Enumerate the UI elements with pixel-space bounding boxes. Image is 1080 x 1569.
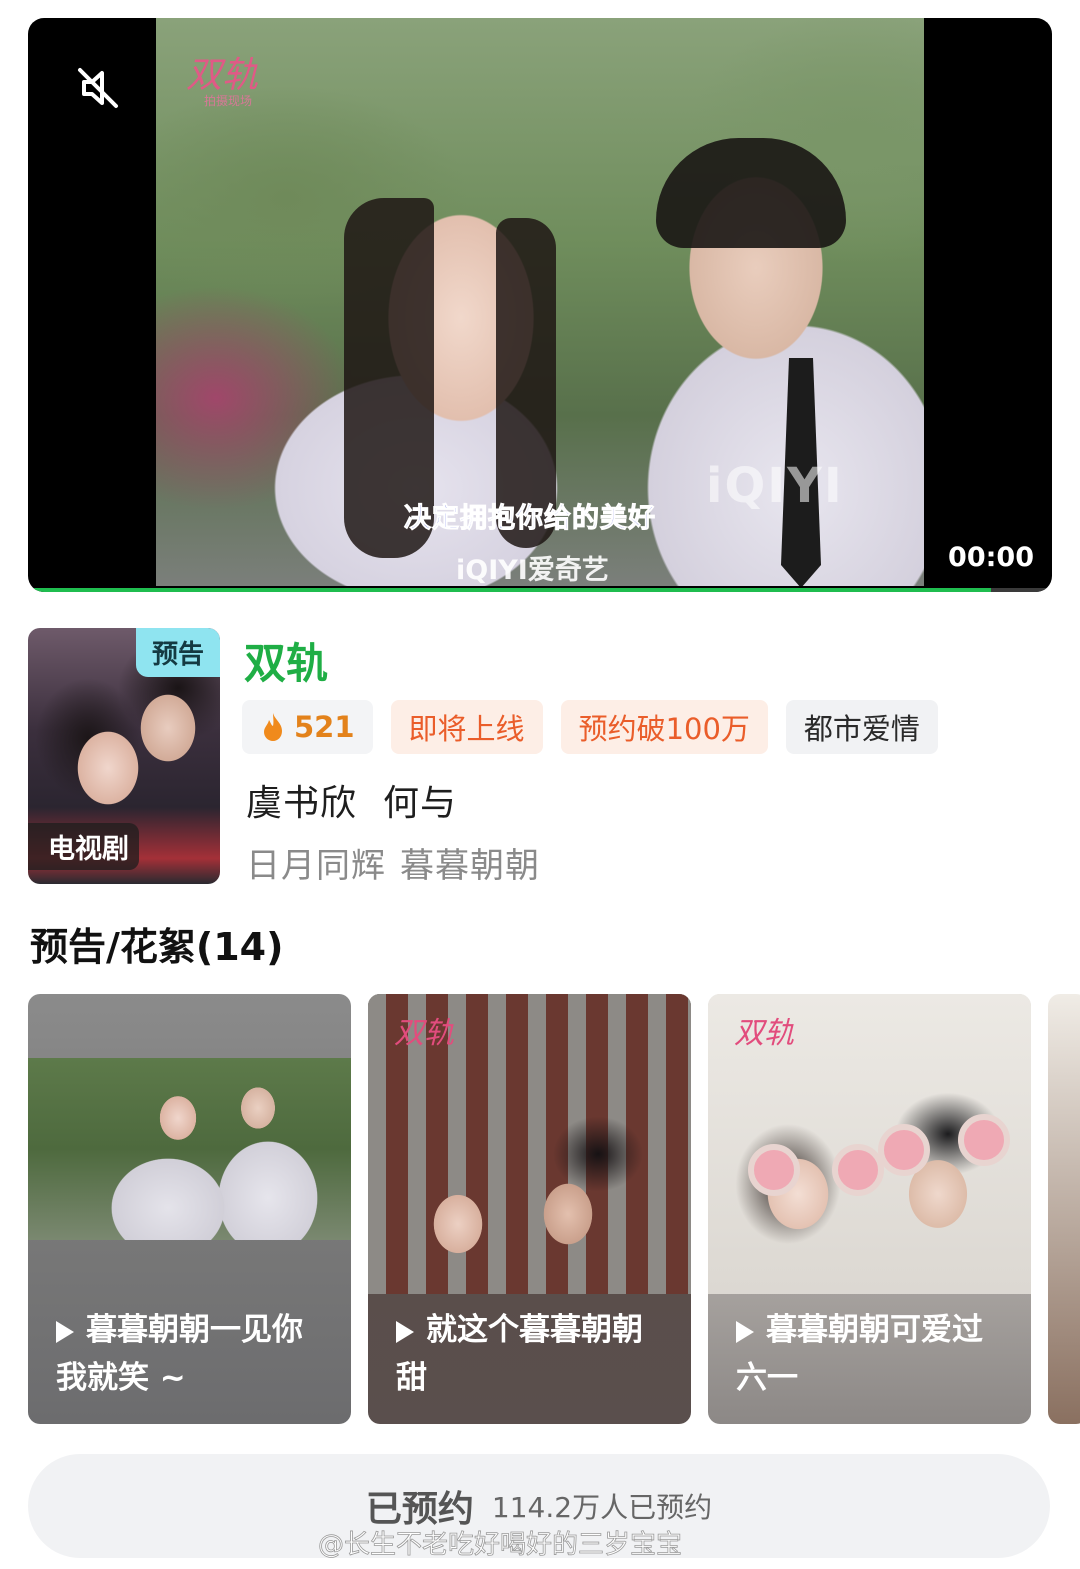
clip-card[interactable]: 双轨 就这个暮暮朝朝甜 [368,994,691,1424]
clip-caption: 就这个暮暮朝朝甜 [396,1312,643,1396]
weibo-watermark: @长生不老吃好喝好的三岁宝宝 [318,1530,683,1561]
bear-ear-sticker [832,1144,884,1196]
alias-name: 暮暮朝朝 [400,846,540,886]
bear-ear-sticker [958,1114,1010,1166]
flame-icon [264,713,282,741]
heat-tag: 521 [242,700,373,754]
cast-list: 虞书欣 何与 [246,774,457,826]
clip-card[interactable]: 暮暮朝朝一见你我就笑 ~ [28,994,351,1424]
mute-button[interactable] [68,58,128,118]
clip-card-partial[interactable] [1048,994,1080,1424]
video-progress-bar[interactable] [28,588,1052,592]
tag-genre[interactable]: 都市爱情 [785,700,938,754]
video-subtitle: 决定拥抱你给的美好 [404,503,656,535]
cast-member[interactable]: 虞书欣 [246,783,357,824]
poster-badge: 预告 [135,628,220,677]
cast-member[interactable]: 何与 [383,783,457,824]
tag-reservations: 预约破100万 [560,700,768,754]
play-icon [56,1320,74,1343]
show-poster[interactable]: 预告 电视剧 [28,628,220,884]
video-frame[interactable]: 双轨 拍摄现场 iQIYI 决定拥抱你给的美好 iQIYI爱奇艺 [156,18,924,586]
play-icon [736,1320,754,1343]
video-player[interactable]: 双轨 拍摄现场 iQIYI 决定拥抱你给的美好 iQIYI爱奇艺 00:00 [28,18,1052,592]
tag-upcoming: 即将上线 [390,700,543,754]
reserve-count: 114.2万人已预约 [491,1491,713,1524]
clip-caption: 暮暮朝朝可爱过六一 [736,1312,983,1396]
video-scene-hair [656,138,846,248]
clip-card[interactable]: 双轨 暮暮朝朝可爱过六一 [708,994,1031,1424]
show-title[interactable]: 双轨 [244,630,328,691]
alias-list: 日月同辉 暮暮朝朝 [246,838,540,887]
bear-ear-sticker [748,1144,800,1196]
video-brand-logo: 双轨 [186,55,259,96]
bear-ear-sticker [878,1124,930,1176]
video-time: 00:00 [948,542,1034,573]
video-brand-sub: 拍摄现场 [204,94,253,108]
platform-logo: iQIYI爱奇艺 [456,555,609,586]
heat-value: 521 [294,710,355,744]
alias-name: 日月同辉 [246,846,386,886]
muted-speaker-icon [78,68,118,108]
video-progress-fill [28,588,991,592]
poster-type-label: 电视剧 [28,823,139,870]
clip-brand-logo: 双轨 [394,1016,454,1051]
clip-thumbnail [28,1058,351,1240]
video-watermark: iQIYI [706,458,844,514]
show-tags: 521 即将上线 预约破100万 都市爱情 [242,700,938,754]
clip-brand-logo: 双轨 [734,1016,794,1051]
play-icon [396,1320,414,1343]
clips-section-title[interactable]: 预告/花絮(14) [30,916,284,971]
clip-caption: 暮暮朝朝一见你我就笑 ~ [56,1312,303,1396]
